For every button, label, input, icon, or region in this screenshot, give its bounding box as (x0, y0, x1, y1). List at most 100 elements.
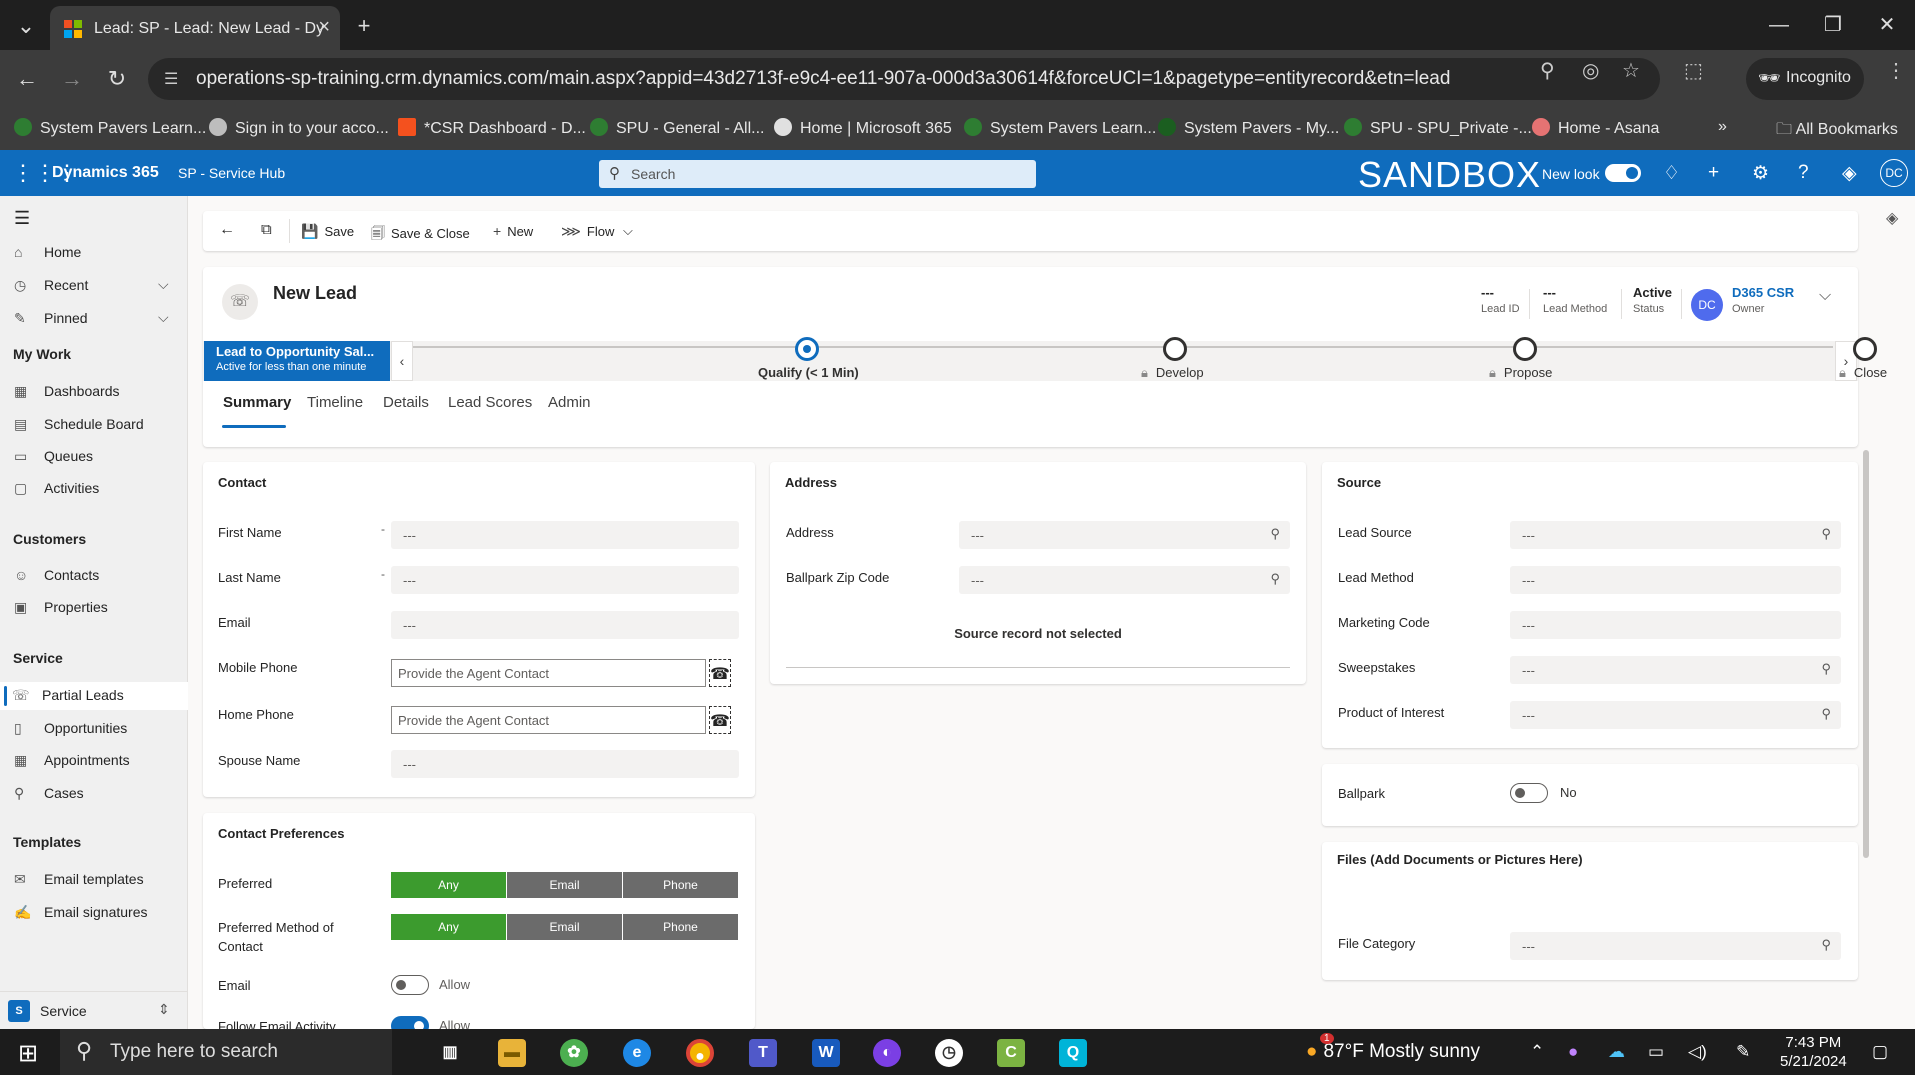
save-close-button[interactable]: 🗐 Save & Close (371, 223, 470, 247)
sidebar-item-properties[interactable]: ▣ Properties (14, 599, 108, 616)
search-icon[interactable]: ⚲ (1270, 571, 1280, 587)
tab-search-icon[interactable]: ⌄ (8, 8, 44, 44)
stage-develop-label[interactable]: 🔒︎ Develop (1141, 365, 1204, 381)
sidebar-item-email-signatures[interactable]: ✍ Email signatures (14, 904, 148, 921)
bookmark-star-icon[interactable]: ☆ (1622, 58, 1640, 83)
sidebar-item-contacts[interactable]: ☺ Contacts (14, 567, 99, 583)
sidebar-item-appointments[interactable]: ▦ Appointments (14, 752, 130, 769)
sidebar-item-dashboards[interactable]: ▦ Dashboards (14, 383, 120, 400)
tray-chevron-icon[interactable]: ⌃ (1530, 1042, 1544, 1062)
notifications-icon[interactable]: ▢ (1872, 1042, 1888, 1062)
first-name-field[interactable]: --- (391, 521, 739, 549)
address-lookup-field[interactable]: --- ⚲ (959, 521, 1290, 549)
bookmark-item[interactable]: System Pavers Learn... (14, 118, 206, 138)
forward-icon[interactable]: → (55, 62, 89, 96)
teams-icon[interactable]: T (749, 1039, 777, 1067)
chevron-down-icon[interactable]: ⌵ (158, 276, 169, 293)
email-field[interactable]: --- (391, 611, 739, 639)
add-icon[interactable]: + (1708, 162, 1719, 184)
marketing-code-field[interactable]: --- (1510, 611, 1841, 639)
tracking-protection-icon[interactable]: ◎ (1582, 58, 1599, 83)
last-name-field[interactable]: --- (391, 566, 739, 594)
browser-tab[interactable]: Lead: SP - Lead: New Lead - Dy × (50, 6, 340, 50)
new-look-toggle[interactable] (1605, 164, 1641, 182)
app-icon[interactable]: Q (1059, 1039, 1087, 1067)
new-button[interactable]: + New (493, 223, 533, 239)
close-tab-icon[interactable]: × (318, 16, 330, 39)
bookmark-item[interactable]: Home - Asana (1532, 118, 1659, 138)
stage-close-dot[interactable] (1853, 337, 1877, 361)
tab-summary[interactable]: Summary (223, 394, 291, 411)
sidebar-item-home[interactable]: ⌂ Home (14, 244, 81, 260)
extensions-icon[interactable]: ⬚ (1684, 58, 1703, 83)
bookmark-item[interactable]: Home | Microsoft 365 (774, 118, 952, 138)
stage-close-label[interactable]: 🔒︎ Close (1839, 365, 1887, 381)
app-icon[interactable]: C (997, 1039, 1025, 1067)
search-icon[interactable]: ⚲ (1821, 937, 1831, 953)
taskbar-search-input[interactable]: ⚲ Type here to search (60, 1029, 392, 1075)
bookmark-item[interactable]: SPU - SPU_Private -... (1344, 118, 1532, 138)
zip-lookup-field[interactable]: --- ⚲ (959, 566, 1290, 594)
stage-propose-dot[interactable] (1513, 337, 1537, 361)
file-explorer-icon[interactable]: ▬ (498, 1039, 526, 1067)
volume-icon[interactable]: ◁) (1688, 1042, 1707, 1062)
app-icon[interactable]: ✿ (560, 1039, 588, 1067)
home-phone-input[interactable]: Provide the Agent Contact (391, 706, 706, 734)
help-icon[interactable]: ? (1798, 162, 1809, 184)
copilot-side-icon[interactable]: ◈ (1886, 208, 1898, 228)
flow-button[interactable]: ⋙ Flow (561, 223, 614, 240)
user-avatar[interactable]: DC (1880, 159, 1908, 187)
back-icon[interactable]: ← (10, 62, 44, 96)
battery-icon[interactable]: ▭ (1648, 1042, 1664, 1062)
follow-email-toggle[interactable] (391, 1016, 429, 1029)
restore-icon[interactable]: ❐ (1810, 8, 1856, 42)
back-arrow-icon[interactable]: ← (219, 221, 235, 239)
onedrive-icon[interactable]: ☁ (1608, 1042, 1625, 1062)
tab-lead-scores[interactable]: Lead Scores (448, 394, 532, 411)
call-phone-icon[interactable]: ☎ (709, 706, 731, 734)
chrome-icon[interactable]: ● (686, 1039, 714, 1067)
edge-icon[interactable]: e (623, 1039, 651, 1067)
pen-icon[interactable]: ✎ (1736, 1042, 1750, 1062)
option-any[interactable]: Any (391, 914, 506, 940)
ballpark-toggle[interactable] (1510, 783, 1548, 803)
tray-app-icon[interactable]: ● (1568, 1042, 1578, 1062)
search-icon[interactable]: ⚲ (1270, 526, 1280, 542)
chevron-down-icon[interactable]: ⌵ (158, 309, 169, 326)
sidebar-item-opportunities[interactable]: ▯ Opportunities (14, 720, 127, 737)
bpf-prev-chevron-icon[interactable]: ‹ (391, 341, 413, 381)
call-phone-icon[interactable]: ☎ (709, 659, 731, 687)
header-field-owner[interactable]: D365 CSR Owner (1732, 285, 1794, 315)
sidebar-item-cases[interactable]: ⚲ Cases (14, 785, 84, 802)
app-icon[interactable]: ◐ (873, 1039, 901, 1067)
minimize-icon[interactable]: — (1756, 8, 1802, 42)
incognito-badge[interactable]: 🕶 Incognito (1746, 58, 1864, 100)
spouse-name-field[interactable]: --- (391, 750, 739, 778)
expand-header-chevron-icon[interactable]: ⌵ (1819, 287, 1831, 305)
owner-name-link[interactable]: D365 CSR (1732, 285, 1794, 300)
open-new-window-icon[interactable]: ⧉ (261, 221, 272, 238)
hamburger-menu-icon[interactable]: ☰ (14, 208, 30, 229)
close-window-icon[interactable]: ✕ (1864, 8, 1910, 42)
lightbulb-icon[interactable]: ♢ (1663, 162, 1680, 185)
browser-menu-icon[interactable]: ⋮ (1886, 58, 1906, 83)
bookmark-item[interactable]: SPU - General - All... (590, 118, 765, 138)
option-any[interactable]: Any (391, 872, 506, 898)
zoom-icon[interactable]: ⚲ (1540, 58, 1555, 83)
email-allow-toggle[interactable] (391, 975, 429, 995)
save-button[interactable]: 💾 Save (301, 223, 354, 240)
chevron-down-icon[interactable]: ⌵ (623, 223, 633, 239)
url-input[interactable]: ☰ operations-sp-training.crm.dynamics.co… (148, 58, 1660, 100)
lead-method-field[interactable]: --- (1510, 566, 1841, 594)
site-info-icon[interactable]: ☰ (164, 69, 184, 89)
sweepstakes-lookup[interactable]: --- ⚲ (1510, 656, 1841, 684)
search-icon[interactable]: ⚲ (1821, 706, 1831, 722)
bookmark-item[interactable]: System Pavers Learn... (964, 118, 1156, 138)
app-module-name[interactable]: SP - Service Hub (178, 165, 285, 181)
bookmark-item[interactable]: *CSR Dashboard - D... (398, 118, 586, 138)
tab-details[interactable]: Details (383, 394, 429, 411)
taskbar-clock[interactable]: 7:43 PM 5/21/2024 (1780, 1033, 1847, 1071)
file-category-lookup[interactable]: --- ⚲ (1510, 932, 1841, 960)
area-switcher[interactable]: S Service ⇕ (0, 991, 188, 1029)
option-phone[interactable]: Phone (623, 914, 738, 940)
